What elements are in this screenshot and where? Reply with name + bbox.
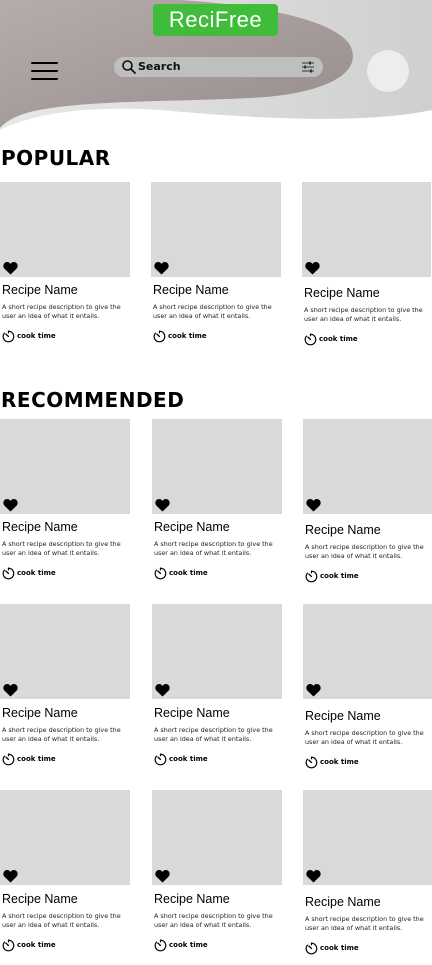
recipe-name[interactable]: Recipe Name <box>154 892 230 906</box>
heart-favorite-icon[interactable] <box>155 869 170 883</box>
recipe-image[interactable] <box>0 419 130 514</box>
recipe-card[interactable]: Recipe Name A short recipe description to… <box>303 419 432 589</box>
recipe-card[interactable]: Recipe Name A short recipe description to… <box>151 182 281 352</box>
search-icon <box>122 60 136 74</box>
cook-time-label: cook time <box>168 332 207 340</box>
timer-icon <box>304 333 317 346</box>
timer-icon <box>154 939 167 952</box>
timer-icon <box>305 570 318 583</box>
heart-favorite-icon[interactable] <box>155 683 170 697</box>
recipe-name[interactable]: Recipe Name <box>305 709 381 723</box>
recipe-image[interactable] <box>303 419 432 514</box>
filter-sliders-icon[interactable] <box>301 60 315 74</box>
recipe-card[interactable]: Recipe Name A short recipe description to… <box>0 419 130 589</box>
timer-icon <box>305 756 318 769</box>
popular-section-title: POPULAR <box>1 146 111 170</box>
recipe-image[interactable] <box>0 790 130 885</box>
heart-favorite-icon[interactable] <box>306 498 321 512</box>
recipe-name[interactable]: Recipe Name <box>2 892 78 906</box>
recipe-name[interactable]: Recipe Name <box>154 706 230 720</box>
recipe-name[interactable]: Recipe Name <box>153 283 229 297</box>
search-bar[interactable]: Search <box>114 57 323 77</box>
cook-time-label: cook time <box>169 941 208 949</box>
recipe-description: A short recipe description to give the u… <box>154 540 273 557</box>
timer-icon <box>305 942 318 955</box>
recipe-description: A short recipe description to give the u… <box>2 303 121 320</box>
heart-favorite-icon[interactable] <box>3 261 18 275</box>
app-logo: ReciFree <box>153 4 278 36</box>
cook-time-label: cook time <box>320 758 359 766</box>
recipe-image[interactable] <box>0 182 130 277</box>
heart-favorite-icon[interactable] <box>154 261 169 275</box>
recipe-description: A short recipe description to give the u… <box>2 540 121 557</box>
heart-favorite-icon[interactable] <box>155 498 170 512</box>
recipe-image[interactable] <box>152 790 282 885</box>
recipe-name[interactable]: Recipe Name <box>2 283 78 297</box>
menu-line <box>31 78 58 80</box>
recipe-image[interactable] <box>303 604 432 699</box>
recipe-name[interactable]: Recipe Name <box>2 706 78 720</box>
menu-line <box>31 62 58 64</box>
timer-icon <box>2 330 15 343</box>
recipe-name[interactable]: Recipe Name <box>154 520 230 534</box>
hamburger-menu-button[interactable] <box>31 62 59 82</box>
search-input[interactable]: Search <box>138 59 181 75</box>
timer-icon <box>154 567 167 580</box>
recipe-image[interactable] <box>303 790 432 885</box>
timer-icon <box>154 753 167 766</box>
recipe-card[interactable]: Recipe Name A short recipe description to… <box>152 604 282 774</box>
timer-icon <box>2 753 15 766</box>
cook-time-label: cook time <box>169 569 208 577</box>
timer-icon <box>2 567 15 580</box>
cook-time-label: cook time <box>17 941 56 949</box>
profile-avatar[interactable] <box>367 50 409 92</box>
timer-icon <box>153 330 166 343</box>
recipe-image[interactable] <box>152 604 282 699</box>
recipe-name[interactable]: Recipe Name <box>305 895 381 909</box>
cook-time-label: cook time <box>320 944 359 952</box>
recipe-description: A short recipe description to give the u… <box>154 726 273 743</box>
recipe-image[interactable] <box>0 604 130 699</box>
heart-favorite-icon[interactable] <box>3 683 18 697</box>
cook-time-label: cook time <box>17 755 56 763</box>
recipe-description: A short recipe description to give the u… <box>305 915 424 932</box>
recipe-name[interactable]: Recipe Name <box>304 286 380 300</box>
recipe-description: A short recipe description to give the u… <box>305 729 424 746</box>
recipe-card[interactable]: Recipe Name A short recipe description to… <box>0 790 130 960</box>
recipe-image[interactable] <box>152 419 282 514</box>
recipe-image[interactable] <box>151 182 281 277</box>
recipe-card[interactable]: Recipe Name A short recipe description to… <box>0 182 130 352</box>
cook-time-label: cook time <box>17 569 56 577</box>
recipe-description: A short recipe description to give the u… <box>2 726 121 743</box>
heart-favorite-icon[interactable] <box>306 683 321 697</box>
recipe-description: A short recipe description to give the u… <box>153 303 272 320</box>
recipe-card[interactable]: Recipe Name A short recipe description to… <box>302 182 431 352</box>
recommended-section-title: RECOMMENDED <box>1 388 185 412</box>
recipe-description: A short recipe description to give the u… <box>154 912 273 929</box>
recipe-card[interactable]: Recipe Name A short recipe description to… <box>303 790 432 960</box>
recipe-card[interactable]: Recipe Name A short recipe description to… <box>152 419 282 589</box>
heart-favorite-icon[interactable] <box>3 869 18 883</box>
heart-favorite-icon[interactable] <box>3 498 18 512</box>
cook-time-label: cook time <box>319 335 358 343</box>
timer-icon <box>2 939 15 952</box>
recipe-card[interactable]: Recipe Name A short recipe description to… <box>303 604 432 774</box>
menu-line <box>31 70 58 72</box>
cook-time-label: cook time <box>320 572 359 580</box>
recipe-description: A short recipe description to give the u… <box>305 543 424 560</box>
recipe-image[interactable] <box>302 182 431 277</box>
heart-favorite-icon[interactable] <box>306 869 321 883</box>
recipe-name[interactable]: Recipe Name <box>2 520 78 534</box>
heart-favorite-icon[interactable] <box>305 261 320 275</box>
cook-time-label: cook time <box>17 332 56 340</box>
recipe-card[interactable]: Recipe Name A short recipe description to… <box>152 790 282 960</box>
recipe-description: A short recipe description to give the u… <box>2 912 121 929</box>
recipe-name[interactable]: Recipe Name <box>305 523 381 537</box>
recipe-card[interactable]: Recipe Name A short recipe description to… <box>0 604 130 774</box>
recipe-description: A short recipe description to give the u… <box>304 306 423 323</box>
cook-time-label: cook time <box>169 755 208 763</box>
